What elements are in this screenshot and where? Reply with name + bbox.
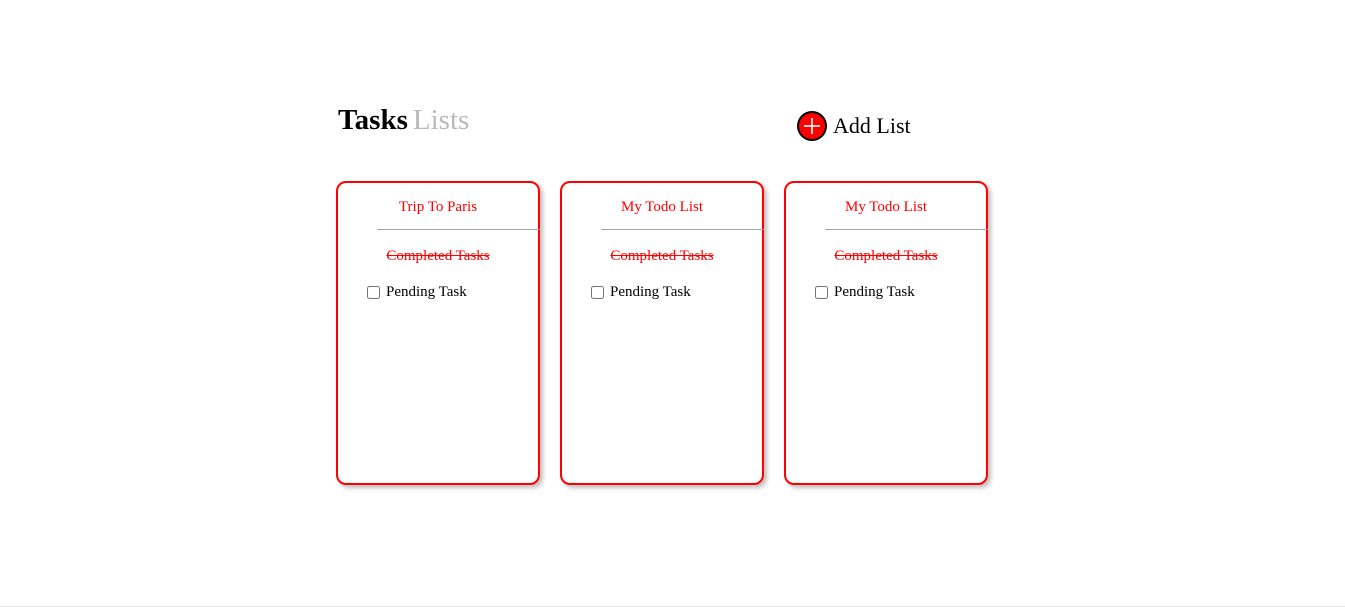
add-list-label[interactable]: Add List xyxy=(833,113,911,139)
list-card: My Todo List Completed Tasks Pending Tas… xyxy=(560,181,764,485)
pending-task-label: Pending Task xyxy=(610,284,691,300)
pending-task-item[interactable]: Pending Task xyxy=(591,284,691,301)
pending-task-label: Pending Task xyxy=(386,284,467,300)
pending-task-checkbox[interactable] xyxy=(591,286,604,299)
list-title[interactable]: My Todo List xyxy=(786,199,986,216)
pending-task-item[interactable]: Pending Task xyxy=(815,284,915,301)
header-tabs: Tasks Lists xyxy=(338,104,469,137)
tab-lists[interactable]: Lists xyxy=(413,104,469,137)
divider xyxy=(377,229,540,230)
list-card: My Todo List Completed Tasks Pending Tas… xyxy=(784,181,988,485)
list-cards: Trip To Paris Completed Tasks Pending Ta… xyxy=(336,181,988,485)
bottom-divider xyxy=(0,606,1345,607)
list-card: Trip To Paris Completed Tasks Pending Ta… xyxy=(336,181,540,485)
add-list-button[interactable]: Add List xyxy=(797,111,911,141)
list-title[interactable]: Trip To Paris xyxy=(338,199,538,216)
pending-task-item[interactable]: Pending Task xyxy=(367,284,467,301)
page: Tasks Lists Add List Trip To Paris Compl… xyxy=(0,0,1345,608)
pending-task-checkbox[interactable] xyxy=(815,286,828,299)
completed-tasks-label[interactable]: Completed Tasks xyxy=(786,248,986,265)
completed-tasks-label[interactable]: Completed Tasks xyxy=(562,248,762,265)
pending-task-checkbox[interactable] xyxy=(367,286,380,299)
divider xyxy=(601,229,764,230)
divider xyxy=(825,229,988,230)
pending-task-label: Pending Task xyxy=(834,284,915,300)
tab-tasks[interactable]: Tasks xyxy=(338,104,408,137)
list-title[interactable]: My Todo List xyxy=(562,199,762,216)
completed-tasks-label[interactable]: Completed Tasks xyxy=(338,248,538,265)
plus-icon[interactable] xyxy=(797,111,827,141)
